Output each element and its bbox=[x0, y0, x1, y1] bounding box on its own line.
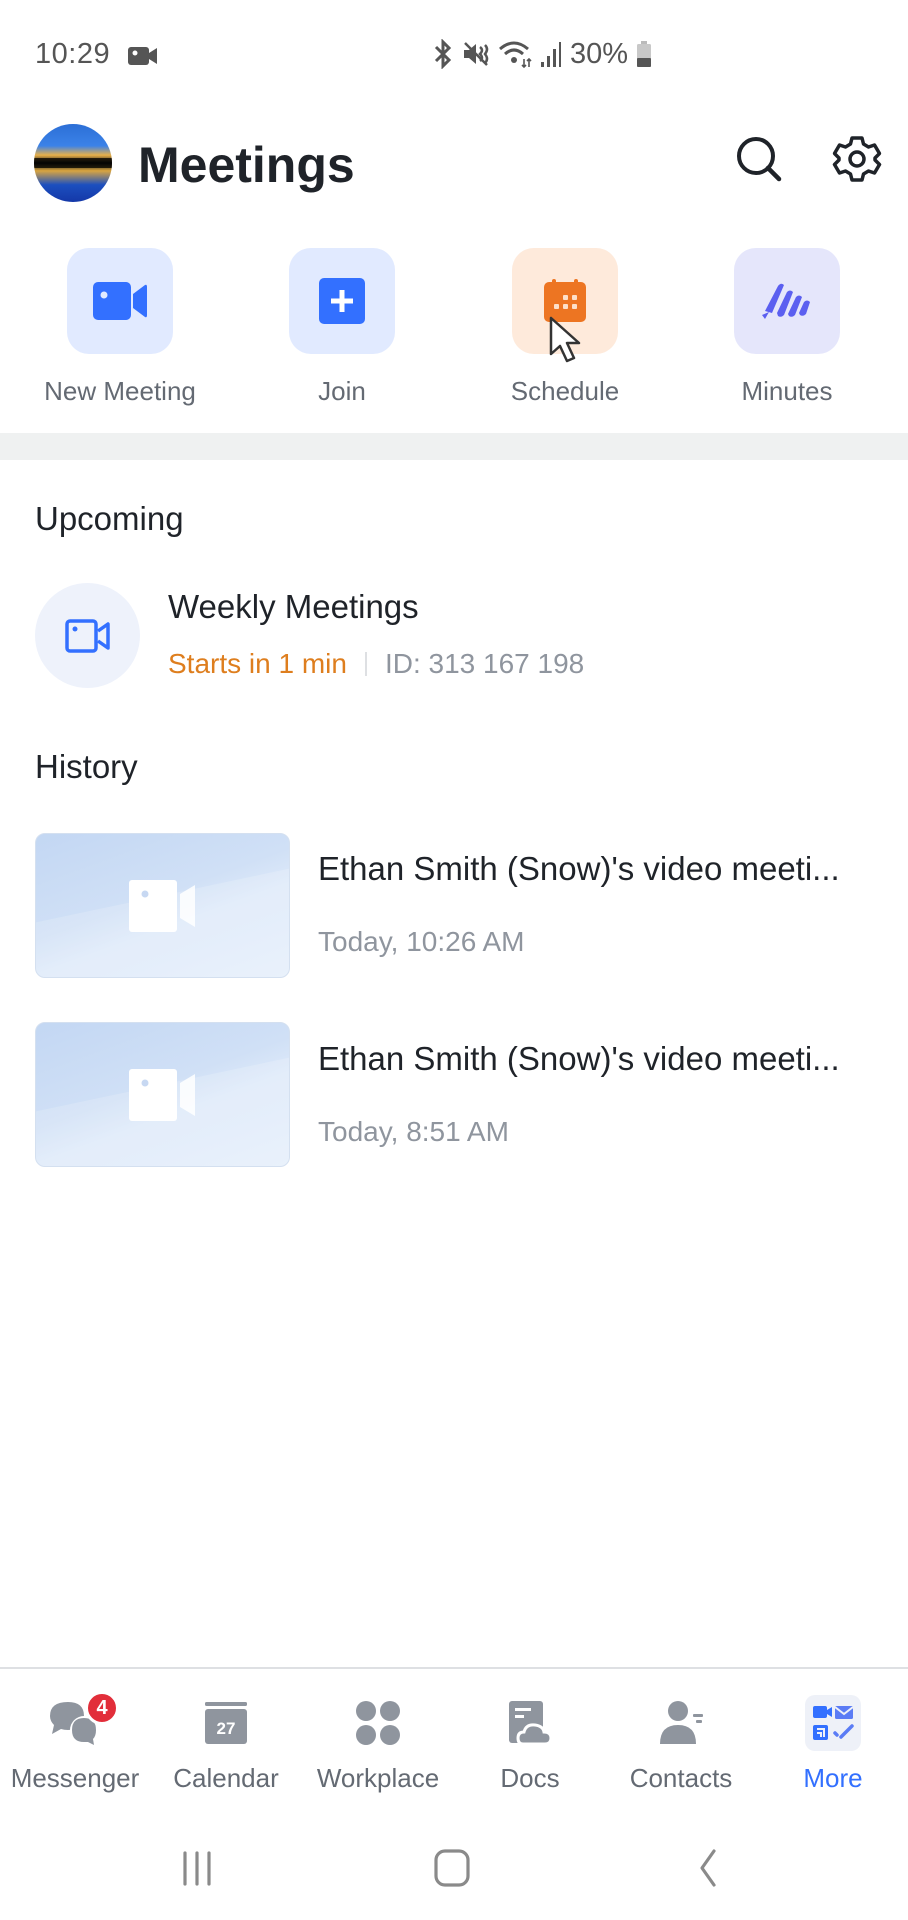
tab-contacts[interactable]: Contacts bbox=[606, 1695, 756, 1794]
home-icon bbox=[434, 1849, 470, 1887]
plus-icon bbox=[319, 278, 365, 324]
tab-calendar[interactable]: 27 Calendar bbox=[151, 1695, 301, 1794]
tab-label: Workplace bbox=[316, 1763, 440, 1793]
meta-separator bbox=[364, 652, 367, 676]
tabbar-divider bbox=[0, 1667, 908, 1669]
back-button[interactable] bbox=[678, 1846, 738, 1890]
tab-label: Contacts bbox=[629, 1763, 733, 1793]
history-thumbnail bbox=[35, 1022, 290, 1167]
workplace-grid-icon bbox=[356, 1701, 400, 1745]
calendar-icon: 27 bbox=[205, 1702, 247, 1744]
tab-workplace[interactable]: Workplace bbox=[303, 1695, 453, 1794]
recent-apps-icon bbox=[183, 1851, 211, 1886]
minutes-button[interactable]: Minutes bbox=[707, 248, 867, 407]
signal-icon bbox=[541, 42, 561, 67]
bluetooth-icon bbox=[434, 39, 452, 69]
upcoming-heading: Upcoming bbox=[35, 500, 184, 537]
upcoming-meeting-meta: Starts in 1 min ID: 313 167 198 bbox=[168, 648, 584, 680]
avatar[interactable] bbox=[34, 124, 112, 202]
status-time: 10:29 bbox=[35, 38, 111, 70]
wifi-icon bbox=[499, 41, 532, 69]
upcoming-meeting-status: Starts in 1 min bbox=[168, 648, 347, 679]
page-title: Meetings bbox=[138, 137, 355, 193]
status-icons: 30% bbox=[432, 36, 652, 72]
recent-apps-button[interactable] bbox=[167, 1846, 227, 1890]
new-meeting-tile[interactable] bbox=[67, 248, 173, 354]
video-camera-icon bbox=[128, 879, 195, 932]
unread-badge: 4 bbox=[85, 1691, 119, 1725]
history-item-date: Today, 10:26 AM bbox=[318, 926, 525, 957]
tab-docs[interactable]: Docs bbox=[455, 1695, 605, 1794]
mouse-cursor-icon bbox=[549, 316, 581, 363]
history-thumbnail bbox=[35, 833, 290, 978]
settings-button[interactable] bbox=[829, 131, 885, 187]
calendar-day: 27 bbox=[217, 1719, 236, 1738]
minutes-tile[interactable] bbox=[734, 248, 840, 354]
video-camera-icon bbox=[64, 618, 110, 653]
gear-icon bbox=[832, 136, 882, 182]
video-record-icon bbox=[128, 47, 157, 65]
home-button[interactable] bbox=[422, 1846, 482, 1890]
video-camera-icon bbox=[128, 1068, 195, 1121]
tab-messenger[interactable]: 4 Messenger bbox=[0, 1691, 150, 1794]
search-button[interactable] bbox=[731, 131, 787, 187]
history-item-date: Today, 8:51 AM bbox=[318, 1116, 509, 1147]
contacts-icon bbox=[660, 1701, 703, 1744]
join-tile[interactable] bbox=[289, 248, 395, 354]
section-divider bbox=[0, 433, 908, 460]
tab-label: Messenger bbox=[10, 1763, 140, 1793]
tab-label: More bbox=[803, 1763, 863, 1793]
upcoming-meeting-name: Weekly Meetings bbox=[168, 588, 419, 625]
mute-icon bbox=[464, 42, 489, 66]
schedule-label: Schedule bbox=[510, 376, 620, 406]
history-item-title: Ethan Smith (Snow)'s video meeti... bbox=[318, 1040, 840, 1077]
join-label: Join bbox=[318, 376, 366, 406]
back-chevron-icon bbox=[700, 1849, 716, 1887]
more-apps-icon bbox=[813, 1706, 854, 1740]
battery-icon bbox=[637, 41, 652, 67]
upcoming-meeting-id: ID: 313 167 198 bbox=[384, 648, 585, 679]
tab-label: Calendar bbox=[173, 1763, 279, 1793]
video-camera-icon bbox=[93, 282, 147, 320]
tab-label: Docs bbox=[500, 1763, 560, 1793]
battery-percent: 30% bbox=[570, 37, 629, 70]
minutes-pen-icon bbox=[762, 283, 810, 319]
new-meeting-button[interactable]: New Meeting bbox=[40, 248, 200, 407]
search-icon bbox=[737, 137, 782, 182]
new-meeting-label: New Meeting bbox=[44, 376, 196, 406]
tab-more[interactable]: More bbox=[758, 1695, 908, 1794]
join-button[interactable]: Join bbox=[262, 248, 422, 407]
history-item-title: Ethan Smith (Snow)'s video meeti... bbox=[318, 850, 840, 887]
docs-cloud-icon bbox=[509, 1701, 553, 1746]
upcoming-meeting-avatar bbox=[35, 583, 140, 688]
minutes-label: Minutes bbox=[741, 376, 833, 406]
history-heading: History bbox=[35, 748, 138, 785]
